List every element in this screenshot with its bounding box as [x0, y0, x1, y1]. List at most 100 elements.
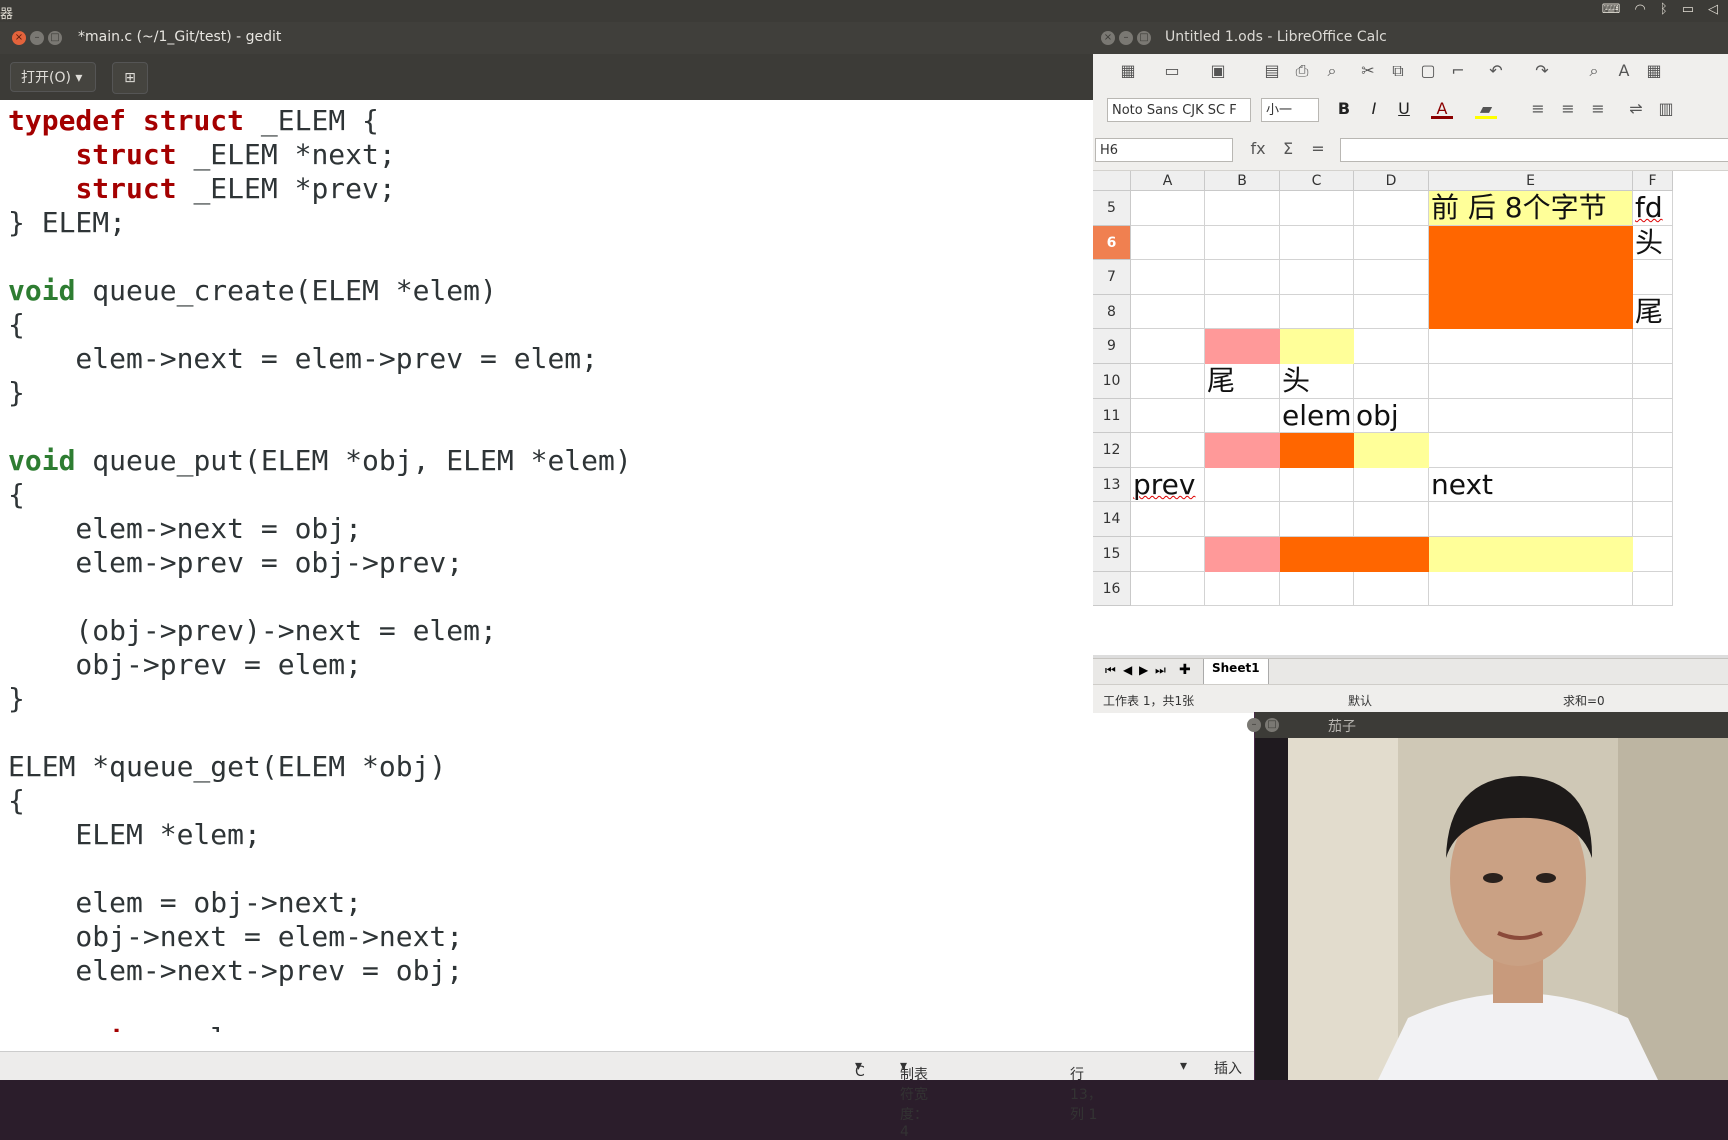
add-sheet-icon[interactable]: ✚ [1179, 662, 1191, 678]
prev-sheet-icon[interactable]: ◀ [1123, 663, 1132, 677]
grid-cell[interactable] [1131, 364, 1205, 399]
filled-cell[interactable] [1205, 433, 1280, 468]
wifi-icon[interactable]: ◠ [1635, 2, 1646, 17]
row-header[interactable]: 6 [1093, 225, 1131, 261]
row-header[interactable]: 8 [1093, 294, 1131, 330]
column-header[interactable]: B [1205, 171, 1280, 191]
grid-cell[interactable] [1354, 364, 1429, 399]
grid-cell[interactable] [1633, 398, 1673, 434]
select-all-corner[interactable] [1093, 171, 1131, 191]
grid-cell[interactable] [1429, 329, 1633, 364]
grid-cell[interactable] [1354, 225, 1429, 261]
last-sheet-icon[interactable]: ⏭ [1155, 663, 1166, 678]
grid-cell[interactable] [1205, 191, 1280, 226]
filled-cell[interactable] [1280, 433, 1354, 468]
align-left-icon[interactable]: ≡ [1527, 98, 1549, 120]
export-pdf-icon[interactable]: ▤ [1261, 60, 1283, 82]
column-header[interactable]: D [1354, 171, 1429, 191]
grid-cell[interactable] [1205, 398, 1280, 434]
font-size-box[interactable]: 小一 [1261, 98, 1319, 122]
row-header[interactable]: 16 [1093, 571, 1131, 607]
grid-cell[interactable] [1280, 467, 1354, 503]
undo-icon[interactable]: ↶ [1485, 60, 1507, 82]
close-icon[interactable]: × [12, 31, 26, 45]
paste-icon[interactable]: ▢ [1417, 60, 1439, 82]
grid-cell[interactable] [1131, 571, 1205, 607]
align-center-icon[interactable]: ≡ [1557, 98, 1579, 120]
row-header[interactable]: 11 [1093, 398, 1131, 434]
spelling-icon[interactable]: A [1613, 60, 1635, 82]
grid-cell[interactable] [1205, 260, 1280, 295]
grid-cell[interactable] [1205, 225, 1280, 261]
filled-cell[interactable] [1354, 537, 1429, 572]
align-right-icon[interactable]: ≡ [1587, 98, 1609, 120]
row-header[interactable]: 15 [1093, 537, 1131, 572]
row-icon[interactable]: ▦ [1643, 60, 1665, 82]
grid-cell[interactable] [1131, 294, 1205, 330]
text-cell[interactable]: 头 [1280, 364, 1354, 399]
grid-cell[interactable] [1280, 260, 1354, 295]
grid-cell[interactable] [1280, 191, 1354, 226]
first-sheet-icon[interactable]: ⏮ [1105, 663, 1116, 678]
insert-mode[interactable]: 插入 [1214, 1058, 1242, 1078]
grid-cell[interactable] [1633, 433, 1673, 468]
text-cell[interactable]: 前 后 8个字节 [1429, 191, 1633, 226]
grid-cell[interactable] [1131, 537, 1205, 572]
grid-cell[interactable] [1205, 571, 1280, 607]
font-name-box[interactable]: Noto Sans CJK SC F [1107, 98, 1251, 122]
grid-cell[interactable] [1131, 502, 1205, 537]
language-selector[interactable]: C ▾ [855, 1058, 865, 1080]
row-header[interactable]: 5 [1093, 191, 1131, 226]
name-box[interactable]: H6 [1095, 138, 1233, 162]
spreadsheet-grid[interactable]: A B C D E F 5 6 7 8 9 10 11 12 13 14 15 16 前 后 8个字节 fd 头尾尾头 e… [1093, 171, 1728, 658]
text-cell[interactable]: 尾 [1633, 294, 1673, 330]
position-chevron-icon[interactable]: ▾ [1180, 1058, 1187, 1074]
grid-cell[interactable] [1205, 467, 1280, 503]
filled-cell[interactable] [1429, 225, 1633, 330]
new-spreadsheet-icon[interactable]: ▦ [1117, 60, 1139, 82]
bold-icon[interactable]: B [1333, 98, 1355, 120]
grid-cell[interactable] [1205, 502, 1280, 537]
text-cell[interactable]: prev [1131, 467, 1205, 503]
grid-cell[interactable] [1429, 571, 1633, 607]
grid-cell[interactable] [1354, 329, 1429, 364]
close-icon[interactable]: × [1101, 31, 1115, 45]
next-sheet-icon[interactable]: ▶ [1139, 663, 1148, 677]
row-header[interactable]: 9 [1093, 329, 1131, 364]
tab-width-selector[interactable]: 制表符宽度：4 ▾ [900, 1058, 928, 1140]
grid-cell[interactable] [1429, 433, 1633, 468]
column-header[interactable]: E [1429, 171, 1633, 191]
text-cell[interactable]: next [1429, 467, 1633, 503]
print-preview-icon[interactable]: ⌕ [1321, 60, 1343, 82]
grid-cell[interactable] [1131, 329, 1205, 364]
grid-cell[interactable] [1280, 294, 1354, 330]
battery-icon[interactable]: ▭ [1682, 2, 1694, 17]
page-style[interactable]: 默认 [1348, 692, 1372, 709]
maximize-icon[interactable]: □ [1137, 31, 1151, 45]
filled-cell[interactable] [1205, 329, 1280, 364]
code-editor[interactable]: typedef struct _ELEM { struct _ELEM *nex… [0, 100, 1254, 1032]
keyboard-icon[interactable]: ⌨ [1602, 2, 1621, 17]
sum-display[interactable]: 求和=0 [1563, 692, 1605, 709]
function-wizard-icon[interactable]: fx [1247, 138, 1269, 160]
bluetooth-icon[interactable]: ᛒ [1660, 2, 1668, 17]
grid-cell[interactable] [1354, 294, 1429, 330]
grid-cell[interactable] [1633, 502, 1673, 537]
column-header[interactable]: A [1131, 171, 1205, 191]
row-header[interactable]: 13 [1093, 467, 1131, 503]
grid-cell[interactable] [1633, 571, 1673, 607]
open-folder-icon[interactable]: ▭ [1161, 60, 1183, 82]
minimize-icon[interactable]: – [30, 31, 44, 45]
grid-cell[interactable] [1354, 191, 1429, 226]
filled-cell[interactable] [1354, 433, 1429, 468]
text-cell[interactable]: 尾 [1205, 364, 1280, 399]
row-header[interactable]: 12 [1093, 433, 1131, 468]
row-header[interactable]: 7 [1093, 260, 1131, 295]
save-icon[interactable]: ▣ [1207, 60, 1229, 82]
maximize-icon[interactable]: □ [1265, 718, 1279, 732]
print-icon[interactable]: ⎙ [1291, 60, 1313, 82]
grid-cell[interactable] [1633, 260, 1673, 295]
font-color-icon[interactable]: A [1431, 98, 1453, 119]
open-button[interactable]: 打开(O) ▾ [10, 62, 96, 92]
italic-icon[interactable]: I [1363, 98, 1385, 120]
